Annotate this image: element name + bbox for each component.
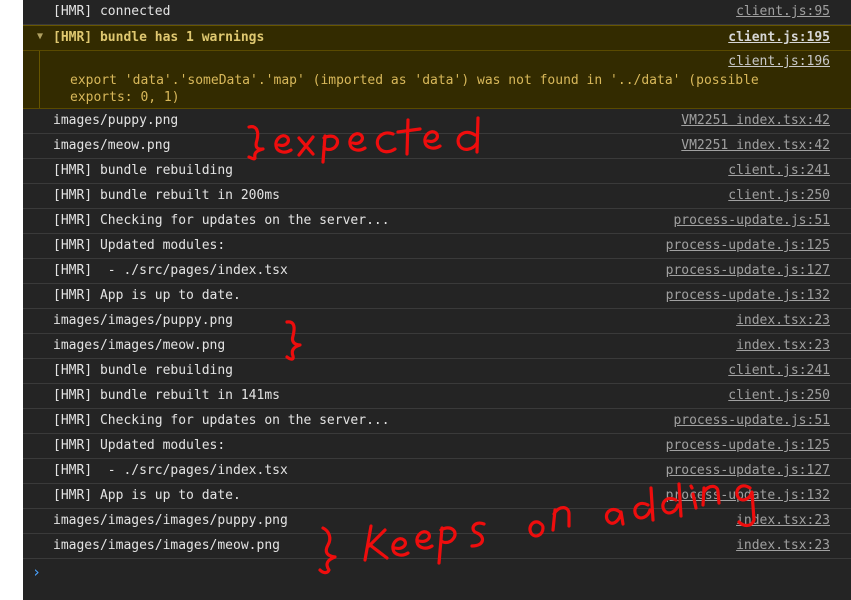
message-text: [HMR] bundle rebuilding: [53, 163, 234, 178]
source-link[interactable]: index.tsx:23: [736, 513, 830, 528]
source-link[interactable]: client.js:195: [728, 30, 830, 45]
source-link[interactable]: index.tsx:23: [736, 538, 830, 553]
source-link[interactable]: client.js:95: [736, 4, 830, 19]
chevron-right-icon: ›: [32, 563, 42, 581]
console-message: images/images/puppy.png index.tsx:23: [23, 309, 851, 334]
message-text: images/puppy.png: [53, 113, 179, 128]
console-message: [HMR] App is up to date. process-update.j…: [23, 484, 851, 509]
source-link[interactable]: process-update.js:51: [673, 213, 830, 228]
message-text: [HMR] bundle rebuilt in 141ms: [53, 388, 280, 403]
source-link[interactable]: process-update.js:132: [666, 488, 830, 503]
message-text: [HMR] bundle rebuilding: [53, 363, 234, 378]
console-message: images/images/images/meow.png index.tsx:2…: [23, 534, 851, 559]
message-text: [HMR] App is up to date.: [53, 488, 241, 503]
source-link[interactable]: process-update.js:132: [666, 288, 830, 303]
console-prompt[interactable]: ›: [23, 559, 851, 586]
console-message: [HMR] bundle rebuilt in 200ms client.js:2…: [23, 184, 851, 209]
warning-message: export 'data'.'someData'.'map' (imported…: [70, 73, 767, 105]
source-link[interactable]: process-update.js:125: [666, 238, 830, 253]
message-text: [HMR] Checking for updates on the server…: [53, 213, 390, 228]
message-text: images/images/images/meow.png: [53, 538, 280, 553]
warning-group-body: client.js:196 export 'data'.'someData'.'…: [23, 51, 851, 109]
message-text: [HMR] - ./src/pages/index.tsx: [53, 463, 288, 478]
warning-group-header[interactable]: ▼ [HMR] bundle has 1 warnings client.js:…: [23, 25, 851, 51]
console-message: [HMR] Updated modules: process-update.js:…: [23, 234, 851, 259]
source-link[interactable]: VM2251 index.tsx:42: [681, 113, 830, 128]
message-text: [HMR] Updated modules:: [53, 438, 226, 453]
message-text: images/images/meow.png: [53, 338, 226, 353]
message-text: images/images/images/puppy.png: [53, 513, 288, 528]
console-message: [HMR] - ./src/pages/index.tsx process-upd…: [23, 259, 851, 284]
console-message: [HMR] - ./src/pages/index.tsx process-upd…: [23, 459, 851, 484]
warning-title: [HMR] bundle has 1 warnings: [53, 30, 265, 45]
console-message: images/puppy.png VM2251 index.tsx:42: [23, 109, 851, 134]
source-link[interactable]: process-update.js:127: [666, 263, 830, 278]
console-message: [HMR] connected client.js:95: [23, 0, 851, 25]
devtools-console: [HMR] connected client.js:95 ▼ [HMR] bun…: [23, 0, 851, 600]
message-text: [HMR] bundle rebuilt in 200ms: [53, 188, 280, 203]
console-message: images/images/images/puppy.png index.tsx:…: [23, 509, 851, 534]
source-link[interactable]: index.tsx:23: [736, 338, 830, 353]
message-text: [HMR] Checking for updates on the server…: [53, 413, 390, 428]
console-message: [HMR] bundle rebuilding client.js:241: [23, 359, 851, 384]
console-message: images/meow.png VM2251 index.tsx:42: [23, 134, 851, 159]
message-text: [HMR] - ./src/pages/index.tsx: [53, 263, 288, 278]
expand-triangle-icon[interactable]: ▼: [37, 31, 43, 42]
message-text: [HMR] connected: [53, 4, 171, 19]
console-message: [HMR] App is up to date. process-update.j…: [23, 284, 851, 309]
source-link[interactable]: process-update.js:127: [666, 463, 830, 478]
source-link[interactable]: client.js:250: [728, 388, 830, 403]
message-text: [HMR] App is up to date.: [53, 288, 241, 303]
source-link[interactable]: process-update.js:51: [673, 413, 830, 428]
source-link[interactable]: index.tsx:23: [736, 313, 830, 328]
message-text: images/images/puppy.png: [53, 313, 234, 328]
source-link[interactable]: VM2251 index.tsx:42: [681, 138, 830, 153]
source-link[interactable]: client.js:241: [728, 363, 830, 378]
source-link[interactable]: client.js:196: [728, 54, 830, 69]
group-indent-line: [39, 51, 40, 108]
source-link[interactable]: client.js:241: [728, 163, 830, 178]
console-message: [HMR] Checking for updates on the server…: [23, 209, 851, 234]
source-link[interactable]: process-update.js:125: [666, 438, 830, 453]
console-message: [HMR] Updated modules: process-update.js:…: [23, 434, 851, 459]
message-text: [HMR] Updated modules:: [53, 238, 226, 253]
console-message: [HMR] Checking for updates on the server…: [23, 409, 851, 434]
console-message: [HMR] bundle rebuilding client.js:241: [23, 159, 851, 184]
console-message: [HMR] bundle rebuilt in 141ms client.js:2…: [23, 384, 851, 409]
console-message: images/images/meow.png index.tsx:23: [23, 334, 851, 359]
message-text: images/meow.png: [53, 138, 171, 153]
source-link[interactable]: client.js:250: [728, 188, 830, 203]
